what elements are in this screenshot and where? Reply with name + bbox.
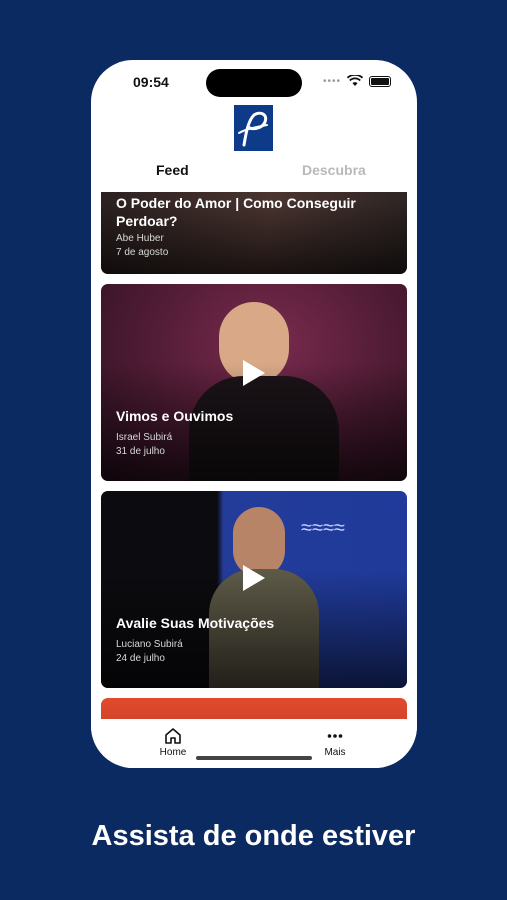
play-icon[interactable] xyxy=(243,565,265,591)
video-date: 31 de julho xyxy=(116,446,165,457)
play-icon[interactable] xyxy=(243,360,265,386)
app-logo xyxy=(234,105,273,151)
home-icon xyxy=(165,728,181,744)
video-card[interactable]: ≈≈≈≈ Avalie Suas Motivações Luciano Subi… xyxy=(101,491,407,688)
tabbar-home[interactable]: Home xyxy=(155,727,191,758)
tabbar-home-label: Home xyxy=(159,747,187,758)
more-icon xyxy=(327,734,343,738)
video-card[interactable] xyxy=(101,698,407,719)
feed-list: O Poder do Amor | Como Conseguir Perdoar… xyxy=(91,192,417,719)
video-author: Abe Huber xyxy=(116,233,164,244)
video-title: Vimos e Ouvimos xyxy=(116,408,234,424)
video-title: Avalie Suas Motivações xyxy=(116,615,275,631)
tabbar-more-label: Mais xyxy=(324,747,346,758)
video-date: 7 de agosto xyxy=(116,247,169,258)
home-indicator[interactable] xyxy=(196,756,312,760)
tab-descubra[interactable]: Descubra xyxy=(302,162,366,178)
bottom-tabbar: Home Mais xyxy=(91,719,417,768)
promo-caption: Assista de onde estiver xyxy=(91,820,416,852)
video-card[interactable]: Vimos e Ouvimos Israel Subirá 31 de julh… xyxy=(101,284,407,481)
tabbar-more[interactable]: Mais xyxy=(317,727,353,758)
signal-icon: •••• xyxy=(322,75,341,87)
status-icons: •••• xyxy=(323,75,391,87)
video-author: Luciano Subirá xyxy=(116,639,183,650)
dynamic-island xyxy=(206,69,302,97)
video-date: 24 de julho xyxy=(116,653,165,664)
video-author: Israel Subirá xyxy=(116,432,173,443)
video-card[interactable]: O Poder do Amor | Como Conseguir Perdoar… xyxy=(101,192,407,274)
wifi-icon xyxy=(347,75,363,86)
top-tabs: Feed Descubra xyxy=(91,162,417,190)
status-time: 09:54 xyxy=(133,74,169,90)
video-title: O Poder do Amor | Como Conseguir Perdoar… xyxy=(116,195,356,229)
battery-icon xyxy=(369,75,391,87)
tab-feed[interactable]: Feed xyxy=(156,162,189,178)
phone-frame: 09:54 •••• Feed Descubra O Poder do Amor… xyxy=(91,60,417,768)
